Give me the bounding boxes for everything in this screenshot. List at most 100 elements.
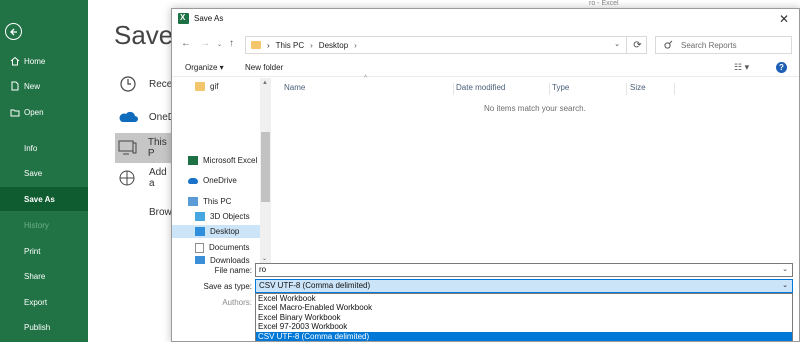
window-title: ro - Excel	[589, 0, 619, 7]
column-header-type[interactable]: Type	[552, 83, 627, 95]
home-icon	[8, 56, 22, 66]
back-arrow-icon[interactable]: ←	[181, 38, 191, 49]
up-arrow-icon[interactable]: ↑	[229, 38, 234, 49]
dialog-titlebar: Save As ✕	[172, 9, 799, 30]
column-header-name[interactable]: Name	[284, 83, 454, 95]
back-arrow-icon[interactable]	[5, 23, 22, 40]
tree-item-microsoft-excel[interactable]: Microsoft Excel	[188, 154, 260, 167]
save-as-type-select[interactable]: CSV UTF-8 (Comma delimited) ⌄	[255, 279, 793, 293]
location-onedrive[interactable]: OneD	[115, 102, 175, 132]
address-row: ← → ⌄ ↑ › This PC › Desktop › ⌄ ⟳ Search…	[172, 33, 799, 57]
save-as-type-label: Save as type:	[203, 282, 252, 291]
nav-save[interactable]: Save	[0, 161, 88, 185]
column-header-date-modified[interactable]: Date modified	[456, 83, 550, 95]
this-pc-icon	[115, 137, 140, 159]
search-icon	[664, 40, 673, 51]
file-name-value: ro	[259, 265, 267, 274]
file-list: ^ Name Date modified Type Size No items …	[272, 75, 800, 264]
nav-label: Open	[24, 107, 44, 117]
save-as-type-dropdown-list: Excel Workbook Excel Macro-Enabled Workb…	[255, 293, 793, 341]
new-folder-button[interactable]: New folder	[245, 63, 283, 72]
type-option[interactable]: Excel Workbook	[256, 294, 792, 303]
scrollbar-thumb[interactable]	[261, 132, 270, 202]
tree-item-label: Microsoft Excel	[203, 156, 258, 165]
organize-button[interactable]: Organize ▾	[185, 63, 224, 72]
page-title: Save	[114, 20, 174, 50]
help-icon[interactable]: ?	[776, 62, 787, 73]
tree-item-label: This PC	[203, 197, 232, 206]
type-option[interactable]: Excel Binary Workbook	[256, 313, 792, 322]
sort-caret-icon: ^	[364, 75, 368, 82]
search-placeholder: Search Reports	[681, 40, 737, 50]
tree-item-desktop[interactable]: Desktop	[172, 225, 260, 238]
navigation-pane: gif Microsoft Excel OneDrive This PC 3D …	[172, 78, 271, 264]
address-bar[interactable]: › This PC › Desktop › ⌄ ⟳	[245, 36, 647, 54]
file-name-input[interactable]: ro ⌄	[255, 263, 793, 277]
location-this-pc[interactable]: This P	[115, 133, 175, 163]
nav-open[interactable]: Open	[0, 100, 88, 124]
forward-arrow-icon[interactable]: →	[200, 38, 210, 49]
type-option-selected[interactable]: CSV UTF-8 (Comma delimited)	[256, 331, 792, 341]
navigation-scrollbar[interactable]: ▲ ⌄	[260, 78, 271, 264]
nav-print[interactable]: Print	[0, 239, 88, 263]
nav-info[interactable]: Info	[0, 136, 88, 160]
save-as-type-value: CSV UTF-8 (Comma delimited)	[259, 281, 371, 290]
location-add-place[interactable]: Add a	[115, 163, 175, 193]
breadcrumb-desktop[interactable]: Desktop	[319, 41, 348, 50]
view-options-icon[interactable]: ☷ ▾	[734, 62, 749, 73]
refresh-icon[interactable]: ⟳	[626, 36, 648, 54]
scroll-down-icon[interactable]: ⌄	[262, 255, 267, 262]
chevron-down-icon[interactable]: ⌄	[782, 264, 788, 276]
chevron-down-icon[interactable]: ⌄	[782, 280, 788, 292]
onedrive-cloud-icon	[115, 106, 141, 128]
nav-home[interactable]: Home	[0, 49, 88, 73]
scroll-up-icon[interactable]: ▲	[262, 80, 268, 86]
tree-item-onedrive[interactable]: OneDrive	[188, 174, 260, 187]
breadcrumb-separator-icon: ›	[267, 40, 270, 50]
nav-label: Publish	[24, 322, 51, 332]
tree-item-downloads[interactable]: Downloads	[195, 256, 260, 264]
tree-item-gif[interactable]: gif	[195, 80, 260, 93]
close-icon[interactable]: ✕	[779, 12, 789, 26]
location-label: Brow	[149, 206, 172, 218]
breadcrumb-this-pc[interactable]: This PC	[276, 41, 304, 50]
nav-label: Info	[24, 143, 38, 153]
search-input[interactable]: Search Reports	[655, 36, 792, 54]
tree-item-documents[interactable]: Documents	[195, 241, 260, 254]
nav-publish[interactable]: Publish	[0, 315, 88, 339]
tree-item-this-pc[interactable]: This PC	[188, 195, 260, 208]
tree-item-label: OneDrive	[203, 176, 237, 185]
nav-label: Home	[24, 56, 46, 66]
nav-label: Save	[24, 168, 43, 178]
tree-item-3d-objects[interactable]: 3D Objects	[195, 210, 260, 223]
type-option[interactable]: Excel 97-2003 Workbook	[256, 322, 792, 331]
address-dropdown-icon[interactable]: ⌄	[614, 40, 620, 48]
folder-icon	[251, 41, 261, 49]
nav-label: History	[24, 220, 49, 230]
breadcrumb-separator-icon: ›	[310, 40, 313, 50]
nav-export[interactable]: Export	[0, 290, 88, 314]
nav-label: New	[24, 81, 41, 91]
nav-label: Save As	[24, 194, 55, 204]
onedrive-cloud-icon	[188, 177, 198, 184]
tree-item-label: Documents	[209, 243, 250, 252]
nav-label: Print	[24, 246, 41, 256]
desktop-icon	[195, 227, 205, 236]
nav-new[interactable]: New	[0, 74, 88, 98]
save-as-dialog: Save As ✕ ← → ⌄ ↑ › This PC › Desktop › …	[171, 8, 800, 342]
clock-icon	[115, 73, 141, 95]
new-document-icon	[8, 81, 22, 91]
this-pc-icon	[188, 197, 198, 206]
location-recent[interactable]: Rece	[115, 69, 175, 99]
recent-locations-chevron-icon[interactable]: ⌄	[217, 41, 222, 48]
nav-label: Export	[24, 297, 48, 307]
nav-save-as[interactable]: Save As	[0, 187, 88, 211]
documents-icon	[195, 242, 204, 253]
excel-icon	[188, 156, 198, 165]
location-label: Rece	[149, 78, 173, 90]
column-header-size[interactable]: Size	[630, 83, 675, 95]
nav-share[interactable]: Share	[0, 264, 88, 288]
nav-history: History	[0, 213, 88, 237]
open-folder-icon	[8, 107, 22, 117]
type-option[interactable]: Excel Macro-Enabled Workbook	[256, 303, 792, 312]
